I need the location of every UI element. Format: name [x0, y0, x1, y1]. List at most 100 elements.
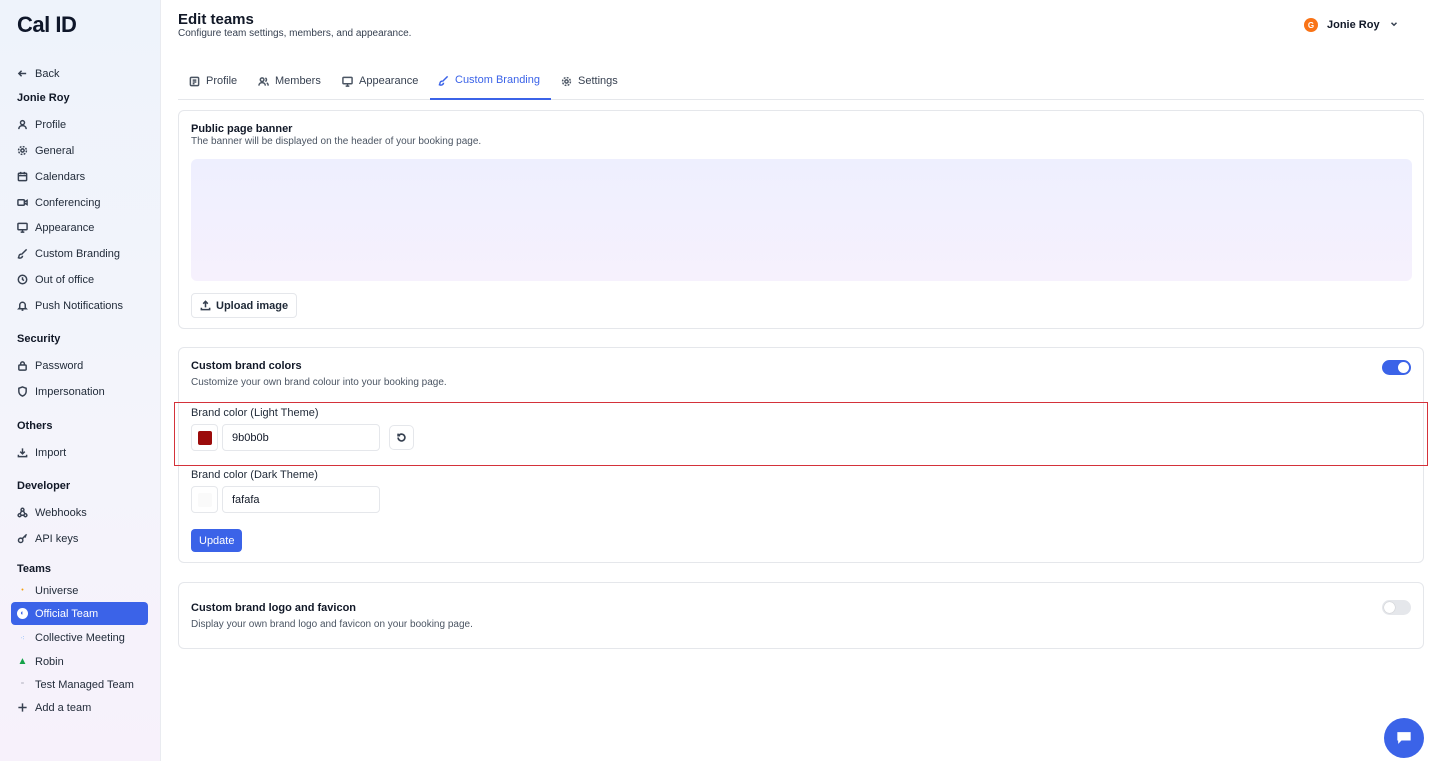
plus-icon: [17, 702, 28, 713]
sidebar-team-official-team[interactable]: ◐ Official Team: [11, 602, 148, 625]
sidebar-item-label: API keys: [35, 532, 79, 545]
sidebar-item-label: Robin: [35, 655, 64, 668]
light-color-input[interactable]: [222, 424, 380, 451]
shield-icon: [17, 386, 28, 397]
banner-preview[interactable]: [191, 159, 1412, 281]
sidebar-item-label: Profile: [35, 118, 67, 131]
banner-description: The banner will be displayed on the head…: [191, 136, 482, 147]
tab-label: Custom Branding: [455, 74, 540, 86]
team-avatar-icon: ▲: [17, 656, 28, 667]
sidebar-item-out-of-office[interactable]: Out of office: [11, 268, 148, 291]
brand-colors-title: Custom brand colors: [191, 360, 302, 372]
tab-settings[interactable]: Settings: [561, 62, 618, 100]
sidebar-item-label: Password: [35, 359, 84, 372]
download-icon: [17, 447, 28, 458]
sidebar-item-profile[interactable]: Profile: [11, 113, 148, 136]
bell-icon: [17, 300, 28, 311]
page-title: Edit teams: [178, 11, 254, 28]
app-logo[interactable]: Cal ID: [17, 12, 77, 38]
brand-logo-card: Custom brand logo and favicon Display yo…: [178, 582, 1424, 649]
tab-custom-branding[interactable]: Custom Branding: [430, 62, 551, 100]
sidebar-item-label: Calendars: [35, 170, 86, 183]
sidebar-section-others: Others: [17, 420, 53, 432]
sidebar-item-label: Impersonation: [35, 385, 105, 398]
sidebar-item-calendars[interactable]: Calendars: [11, 165, 148, 188]
tab-label: Members: [275, 75, 321, 87]
webhook-icon: [17, 507, 28, 518]
brand-colors-toggle[interactable]: [1382, 360, 1411, 375]
sidebar-item-api-keys[interactable]: API keys: [11, 527, 148, 550]
sidebar-section-teams: Teams: [17, 563, 52, 575]
upload-image-label: Upload image: [216, 299, 289, 312]
key-icon: [17, 533, 28, 544]
sidebar-item-conferencing[interactable]: Conferencing: [11, 191, 148, 214]
upload-icon: [200, 300, 211, 311]
banner-title: Public page banner: [191, 123, 293, 135]
sidebar-user-section: Jonie Roy: [17, 92, 70, 104]
brand-logo-title: Custom brand logo and favicon: [191, 602, 357, 614]
sidebar-item-password[interactable]: Password: [11, 354, 148, 377]
sidebar-team-collective-meeting[interactable]: ⁖ Collective Meeting: [11, 626, 148, 649]
sidebar-item-label: Out of office: [35, 273, 95, 286]
sidebar-item-label: Import: [35, 446, 67, 459]
sidebar-team-test-managed-team[interactable]: ⁼ Test Managed Team: [11, 673, 148, 696]
tab-label: Settings: [578, 75, 618, 87]
tab-profile[interactable]: Profile: [189, 62, 237, 100]
team-avatar-icon: ⁖: [20, 634, 25, 642]
chat-support-button[interactable]: [1384, 718, 1424, 758]
brush-icon: [438, 75, 449, 86]
dark-color-picker[interactable]: [191, 486, 218, 513]
toggle-knob: [1398, 362, 1409, 373]
profile-card-icon: [189, 76, 200, 86]
dark-color-swatch: [197, 492, 212, 507]
user-menu[interactable]: G Jonie Roy: [1304, 18, 1399, 32]
sidebar-section-security: Security: [17, 333, 61, 345]
sidebar-item-import[interactable]: Import: [11, 441, 148, 464]
update-button[interactable]: Update: [191, 529, 243, 552]
back-link[interactable]: Back: [11, 62, 148, 85]
brand-logo-toggle[interactable]: [1382, 600, 1411, 615]
reset-light-color-button[interactable]: [389, 425, 414, 450]
lock-icon: [17, 360, 28, 371]
light-color-swatch: [197, 430, 212, 445]
sidebar-item-appearance[interactable]: Appearance: [11, 216, 148, 239]
sidebar-item-label: Add a team: [35, 701, 92, 714]
sidebar-item-label: General: [35, 144, 75, 157]
tab-appearance[interactable]: Appearance: [342, 62, 418, 100]
sidebar-team-robin[interactable]: ▲ Robin: [11, 650, 148, 673]
team-avatar-icon: ⁼: [20, 681, 25, 689]
brand-colors-card: Custom brand colors Customize your own b…: [178, 347, 1424, 563]
sidebar-item-label: Official Team: [35, 607, 99, 620]
page-subtitle: Configure team settings, members, and ap…: [178, 28, 412, 39]
tab-bar: Profile Members Appearance Custom Brandi…: [178, 62, 1424, 100]
dark-color-input[interactable]: [222, 486, 380, 513]
tab-label: Profile: [206, 75, 238, 87]
sidebar-item-push-notifications[interactable]: Push Notifications: [11, 294, 148, 317]
calendar-icon: [17, 171, 28, 182]
sidebar: Cal ID Back Jonie Roy Profile General Ca…: [0, 0, 161, 761]
sidebar-item-impersonation[interactable]: Impersonation: [11, 380, 148, 403]
dark-theme-label: Brand color (Dark Theme): [191, 469, 318, 481]
sidebar-section-developer: Developer: [17, 480, 71, 492]
sidebar-item-webhooks[interactable]: Webhooks: [11, 501, 148, 524]
brand-logo-description: Display your own brand logo and favicon …: [191, 619, 473, 630]
brush-icon: [17, 248, 28, 259]
sidebar-team-universe[interactable]: • Universe: [11, 579, 148, 602]
chat-icon: [1397, 732, 1411, 744]
toggle-knob: [1384, 602, 1395, 613]
video-icon: [17, 197, 28, 208]
sidebar-item-label: Push Notifications: [35, 299, 124, 312]
monitor-icon: [17, 222, 28, 233]
users-icon: [258, 76, 269, 86]
light-color-picker[interactable]: [191, 424, 218, 451]
add-team-button[interactable]: Add a team: [11, 696, 148, 719]
sidebar-item-label: Custom Branding: [35, 247, 120, 260]
back-label: Back: [35, 67, 60, 80]
upload-image-button[interactable]: Upload image: [191, 293, 298, 318]
sidebar-item-general[interactable]: General: [11, 139, 148, 162]
gear-icon: [17, 145, 28, 156]
sidebar-item-label: Universe: [35, 584, 79, 597]
tab-members[interactable]: Members: [258, 62, 321, 100]
sidebar-item-custom-branding[interactable]: Custom Branding: [11, 242, 148, 265]
banner-card: Public page banner The banner will be di…: [178, 110, 1424, 329]
